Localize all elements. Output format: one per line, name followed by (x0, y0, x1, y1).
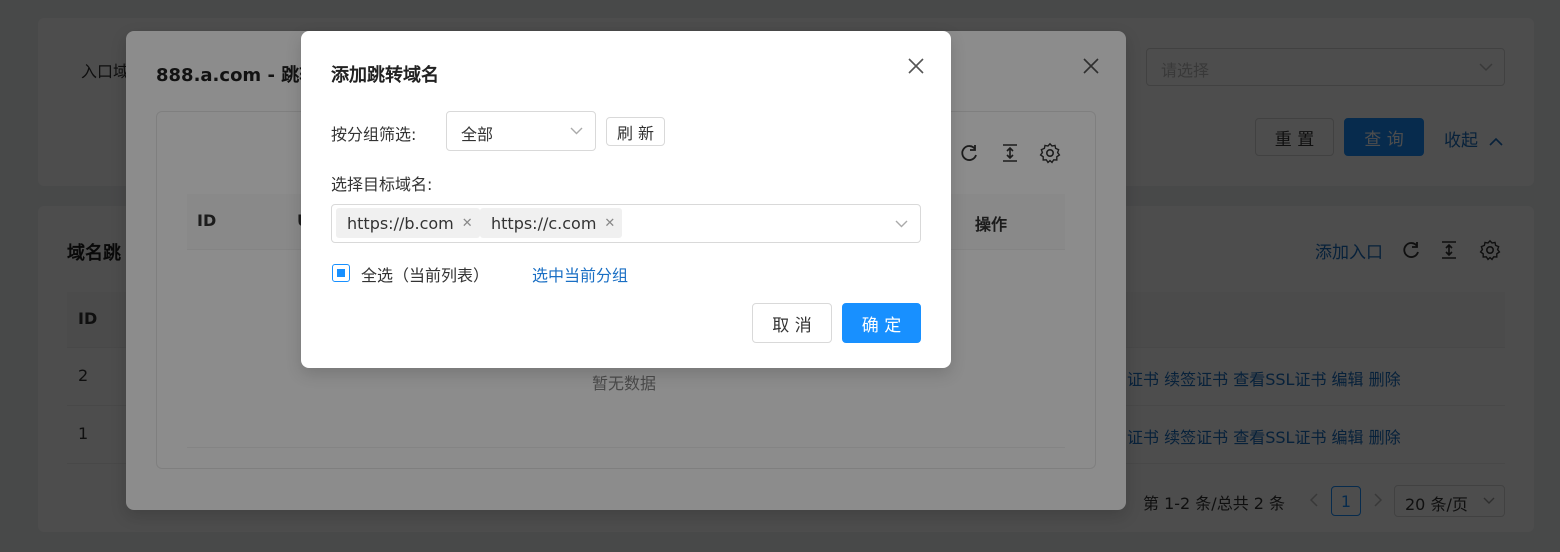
refresh-button[interactable]: 刷 新 (606, 117, 665, 146)
chevron-down-icon (894, 218, 908, 230)
select-current-group-link[interactable]: 选中当前分组 (532, 262, 628, 286)
selected-domain-tag: https://c.com ✕ (480, 208, 623, 238)
target-domain-label: 选择目标域名: (331, 175, 433, 194)
target-domain-select[interactable]: https://b.com ✕ https://c.com ✕ (331, 204, 921, 243)
group-filter-select[interactable]: 全部 (446, 111, 596, 151)
tag-close-icon[interactable]: ✕ (604, 216, 615, 231)
tag-text: https://c.com (491, 213, 597, 233)
chevron-down-icon (569, 125, 583, 137)
add-jump-domain-dialog: 添加跳转域名 按分组筛选: 全部 刷 新 选择目标域名: https://b.c… (301, 31, 951, 368)
group-filter-value: 全部 (461, 125, 494, 144)
tag-close-icon[interactable]: ✕ (462, 216, 473, 231)
dialog-title: 添加跳转域名 (331, 65, 439, 86)
select-all-checkbox[interactable] (332, 264, 350, 282)
tag-text: https://b.com (347, 213, 454, 233)
cancel-button[interactable]: 取 消 (752, 303, 832, 343)
select-all-label: 全选（当前列表） (361, 266, 490, 285)
selected-domain-tag: https://b.com ✕ (336, 208, 480, 238)
close-icon[interactable] (905, 55, 927, 77)
ok-button[interactable]: 确 定 (842, 303, 921, 343)
group-filter-label: 按分组筛选: (331, 125, 417, 144)
